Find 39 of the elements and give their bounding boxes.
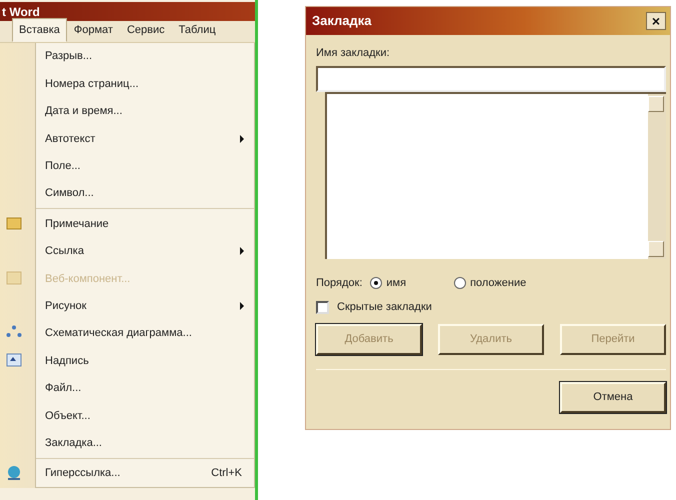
radio-button[interactable] xyxy=(370,276,382,289)
cancel-button[interactable]: Отмена xyxy=(560,382,666,412)
menu-item[interactable]: Разрыв... xyxy=(36,43,254,70)
menu-bar-item[interactable]: Вставка xyxy=(12,18,67,42)
scroll-down-button[interactable] xyxy=(648,240,664,256)
folder-icon xyxy=(6,215,22,232)
checkbox-label: Скрытые закладки xyxy=(337,300,432,315)
menu-item[interactable]: Дата и время... xyxy=(36,98,254,126)
menu-item[interactable]: Схематическая диаграмма... xyxy=(36,320,254,348)
menu-item[interactable]: Объект... xyxy=(36,402,254,430)
radio-button[interactable] xyxy=(454,276,466,289)
menu-item[interactable]: Надпись xyxy=(36,347,254,375)
menu-item[interactable]: Номера страниц... xyxy=(36,70,254,98)
globe-icon xyxy=(6,464,22,481)
menu-item[interactable]: Автотекст xyxy=(36,125,254,153)
radio-option[interactable]: положение xyxy=(454,274,526,291)
submenu-arrow-icon xyxy=(240,247,244,256)
menu-item[interactable]: Примечание xyxy=(36,210,254,238)
window-icon xyxy=(6,270,22,286)
window-title: t Word xyxy=(0,2,255,21)
menu-item[interactable]: Закладка... xyxy=(36,429,254,457)
menu-item[interactable]: Поле... xyxy=(36,152,254,180)
menu-item[interactable]: Ссылка xyxy=(36,238,254,266)
close-button[interactable]: × xyxy=(646,12,666,30)
submenu-arrow-icon xyxy=(240,134,244,143)
field-label: Имя закладки: xyxy=(316,46,391,61)
menu-item[interactable]: Гиперссылка... Ctrl+K xyxy=(36,460,254,488)
menu-item[interactable]: Файл... xyxy=(36,374,254,402)
text-box-icon xyxy=(6,352,22,368)
submenu-arrow-icon xyxy=(240,302,244,310)
menu-item[interactable]: Символ... xyxy=(36,180,254,208)
bookmark-name-field[interactable] xyxy=(316,66,666,92)
radio-option[interactable]: имя xyxy=(370,274,406,291)
order-label: Порядок: xyxy=(316,276,362,290)
scrollbar[interactable] xyxy=(648,94,666,258)
scroll-up-button[interactable] xyxy=(648,96,664,112)
checkbox[interactable] xyxy=(316,300,329,314)
dialog-title: Закладка xyxy=(312,12,372,30)
menu-item[interactable]: Рисунок xyxy=(36,292,254,320)
